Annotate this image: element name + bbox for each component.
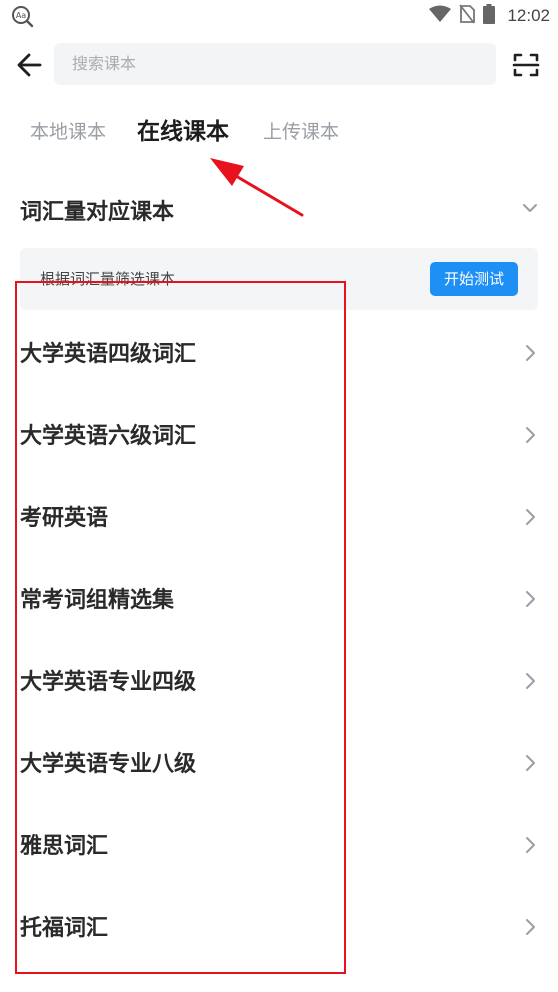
book-label: 托福词汇 xyxy=(20,916,109,941)
vocab-filter-card: 根据词汇量筛选课本 开始测试 xyxy=(20,248,538,310)
list-item[interactable]: 雅思词汇 xyxy=(0,804,558,886)
tab-bar: 本地课本 在线课本 上传课本 xyxy=(0,110,558,158)
chevron-down-icon xyxy=(520,198,540,218)
book-list: 大学英语四级词汇 大学英语六级词汇 考研英语 常考词组精选集 大学英语专业四级 … xyxy=(0,312,558,968)
top-bar: 搜索课本 xyxy=(0,40,558,90)
chevron-right-icon xyxy=(524,589,538,609)
vocab-section-header[interactable]: 词汇量对应课本 xyxy=(0,186,558,232)
tab-upload-books[interactable]: 上传课本 xyxy=(263,110,339,158)
tab-online-books[interactable]: 在线课本 xyxy=(137,110,229,158)
list-item[interactable]: 大学英语专业八级 xyxy=(0,722,558,804)
tab-local-books[interactable]: 本地课本 xyxy=(30,110,106,158)
back-button[interactable] xyxy=(14,50,46,80)
list-item[interactable]: 大学英语专业四级 xyxy=(0,640,558,722)
text-size-icon: Aa xyxy=(10,4,36,28)
chevron-right-icon xyxy=(524,917,538,937)
chevron-right-icon xyxy=(524,835,538,855)
battery-icon xyxy=(483,4,496,28)
arrow-left-icon xyxy=(17,53,42,77)
list-item[interactable]: 考研英语 xyxy=(0,476,558,558)
search-input[interactable]: 搜索课本 xyxy=(54,43,496,85)
book-label: 雅思词汇 xyxy=(20,834,109,859)
clock: 12:02 xyxy=(507,6,550,25)
scan-button[interactable] xyxy=(510,50,542,80)
wifi-icon xyxy=(429,5,452,27)
start-test-button[interactable]: 开始测试 xyxy=(430,262,518,296)
status-icons: 12:02 xyxy=(429,4,550,28)
book-label: 大学英语专业八级 xyxy=(20,752,197,777)
book-label: 大学英语专业四级 xyxy=(20,670,197,695)
scan-icon xyxy=(512,53,540,77)
no-sim-icon xyxy=(459,4,476,28)
chevron-right-icon xyxy=(524,425,538,445)
chevron-right-icon xyxy=(524,671,538,691)
list-item[interactable]: 大学英语四级词汇 xyxy=(0,312,558,394)
list-item[interactable]: 托福词汇 xyxy=(0,886,558,968)
list-item[interactable]: 常考词组精选集 xyxy=(0,558,558,640)
chevron-right-icon xyxy=(524,507,538,527)
book-label: 考研英语 xyxy=(20,506,109,531)
filter-description: 根据词汇量筛选课本 xyxy=(40,270,176,288)
chevron-right-icon xyxy=(524,753,538,773)
svg-text:Aa: Aa xyxy=(16,11,26,20)
section-title: 词汇量对应课本 xyxy=(20,200,175,225)
list-item[interactable]: 大学英语六级词汇 xyxy=(0,394,558,476)
book-label: 大学英语四级词汇 xyxy=(20,342,197,367)
chevron-right-icon xyxy=(524,343,538,363)
book-label: 常考词组精选集 xyxy=(20,588,175,613)
status-bar: Aa 12:02 xyxy=(0,0,558,32)
book-label: 大学英语六级词汇 xyxy=(20,424,197,449)
